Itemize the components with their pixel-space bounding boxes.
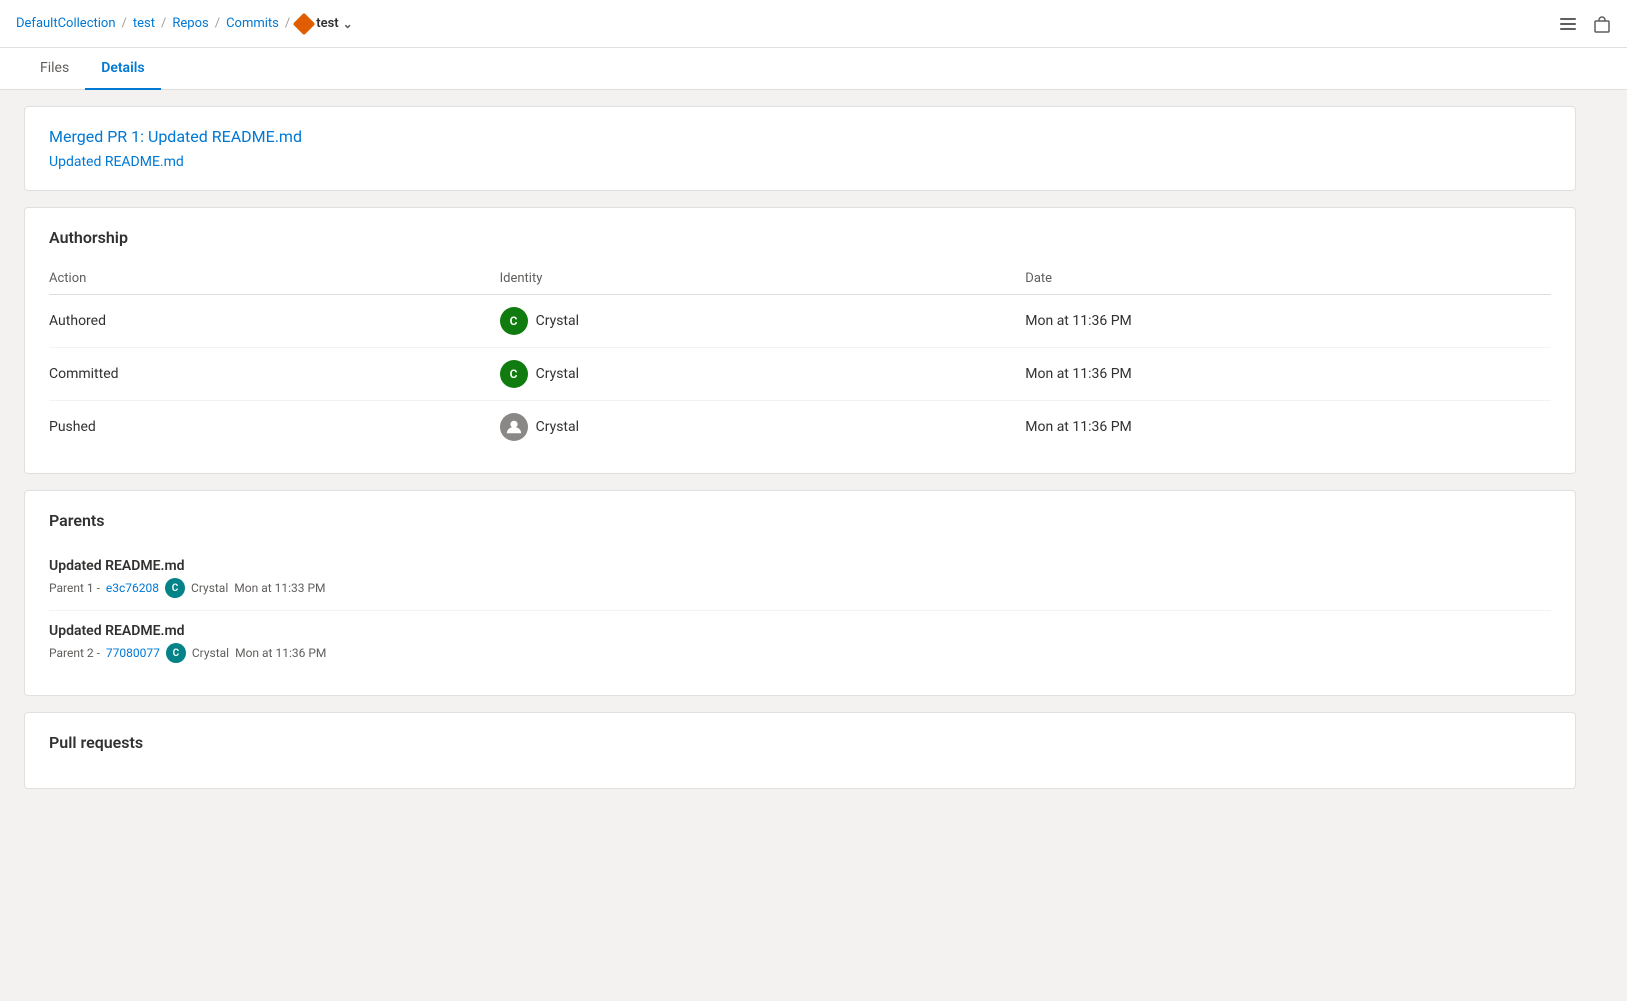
parent-title: Updated README.md xyxy=(49,623,1551,639)
parents-card: Parents Updated README.md Parent 1 - e3c76… xyxy=(24,490,1576,696)
authorship-title: Authorship xyxy=(49,228,1551,247)
date-cell: Mon at 11:36 PM xyxy=(1025,348,1551,401)
parent-author: Crystal xyxy=(192,646,229,660)
parent-title: Updated README.md xyxy=(49,558,1551,574)
breadcrumb-project[interactable]: test xyxy=(133,16,155,31)
authorship-table: Action Identity Date AuthoredC Crystal Mon… xyxy=(49,263,1551,453)
avatar xyxy=(500,413,528,441)
commit-message-primary[interactable]: Merged PR 1: Updated README.md xyxy=(49,127,1551,146)
parent-date: Mon at 11:33 PM xyxy=(234,581,325,595)
list-icon[interactable] xyxy=(1559,15,1577,33)
breadcrumb-sep-4: / xyxy=(285,16,290,31)
avatar: C xyxy=(500,360,528,388)
pull-requests-card: Pull requests xyxy=(24,712,1576,789)
parent-meta: Parent 1 - e3c76208 C Crystal Mon at 11:33 P… xyxy=(49,578,1551,598)
breadcrumb-commits[interactable]: Commits xyxy=(226,16,279,31)
parent-meta: Parent 2 - 77080077 C Crystal Mon at 11:36 P… xyxy=(49,643,1551,663)
current-repo-name: test xyxy=(316,16,338,31)
authorship-row: CommittedC Crystal Mon at 11:36 PM xyxy=(49,348,1551,401)
col-identity: Identity xyxy=(500,263,1026,295)
authorship-row: Pushed Crystal Mon at 11:36 PM xyxy=(49,401,1551,454)
col-date: Date xyxy=(1025,263,1551,295)
parent-hash[interactable]: e3c76208 xyxy=(106,581,159,595)
top-bar: DefaultCollection / test / Repos / Commi… xyxy=(0,0,1627,48)
authorship-row: AuthoredC Crystal Mon at 11:36 PM xyxy=(49,295,1551,348)
authorship-card: Authorship Action Identity Date Authored… xyxy=(24,207,1576,474)
parent-label: Parent 1 - xyxy=(49,581,100,595)
commit-message-card: Merged PR 1: Updated README.md Updated R… xyxy=(24,106,1576,191)
top-bar-actions xyxy=(1559,15,1611,33)
tabs-bar: Files Details xyxy=(0,48,1627,90)
identity-name: Crystal xyxy=(536,313,579,329)
parent-label: Parent 2 - xyxy=(49,646,100,660)
identity-cell: Crystal xyxy=(500,401,1026,454)
action-cell: Authored xyxy=(49,295,500,348)
identity-cell: C Crystal xyxy=(500,295,1026,348)
parents-title: Parents xyxy=(49,511,1551,530)
avatar: C xyxy=(500,307,528,335)
col-action: Action xyxy=(49,263,500,295)
parents-list: Updated README.md Parent 1 - e3c76208 C Crys… xyxy=(49,546,1551,675)
breadcrumb: DefaultCollection / test / Repos / Commi… xyxy=(16,16,353,32)
repo-icon xyxy=(293,12,316,35)
action-cell: Committed xyxy=(49,348,500,401)
parent-date: Mon at 11:36 PM xyxy=(235,646,326,660)
identity-name: Crystal xyxy=(536,366,579,382)
tab-details[interactable]: Details xyxy=(85,48,160,90)
commit-message-secondary[interactable]: Updated README.md xyxy=(49,154,1551,170)
repo-dropdown-chevron[interactable]: ⌄ xyxy=(343,17,353,31)
breadcrumb-repos[interactable]: Repos xyxy=(172,16,208,31)
parent-entry: Updated README.md Parent 2 - 77080077 C Crys… xyxy=(49,611,1551,675)
breadcrumb-sep-2: / xyxy=(161,16,166,31)
identity-cell: C Crystal xyxy=(500,348,1026,401)
breadcrumb-collection[interactable]: DefaultCollection xyxy=(16,16,116,31)
main-content: Merged PR 1: Updated README.md Updated R… xyxy=(0,106,1600,829)
bag-icon[interactable] xyxy=(1593,15,1611,33)
parent-avatar: C xyxy=(166,643,186,663)
pull-requests-title: Pull requests xyxy=(49,733,1551,752)
date-cell: Mon at 11:36 PM xyxy=(1025,401,1551,454)
tab-files[interactable]: Files xyxy=(24,48,85,90)
breadcrumb-current-repo: test ⌄ xyxy=(296,16,352,32)
action-cell: Pushed xyxy=(49,401,500,454)
breadcrumb-sep-1: / xyxy=(122,16,127,31)
identity-name: Crystal xyxy=(536,419,579,435)
parent-avatar: C xyxy=(165,578,185,598)
parent-hash[interactable]: 77080077 xyxy=(106,646,160,660)
breadcrumb-sep-3: / xyxy=(215,16,220,31)
date-cell: Mon at 11:36 PM xyxy=(1025,295,1551,348)
parent-entry: Updated README.md Parent 1 - e3c76208 C Crys… xyxy=(49,546,1551,611)
parent-author: Crystal xyxy=(191,581,228,595)
